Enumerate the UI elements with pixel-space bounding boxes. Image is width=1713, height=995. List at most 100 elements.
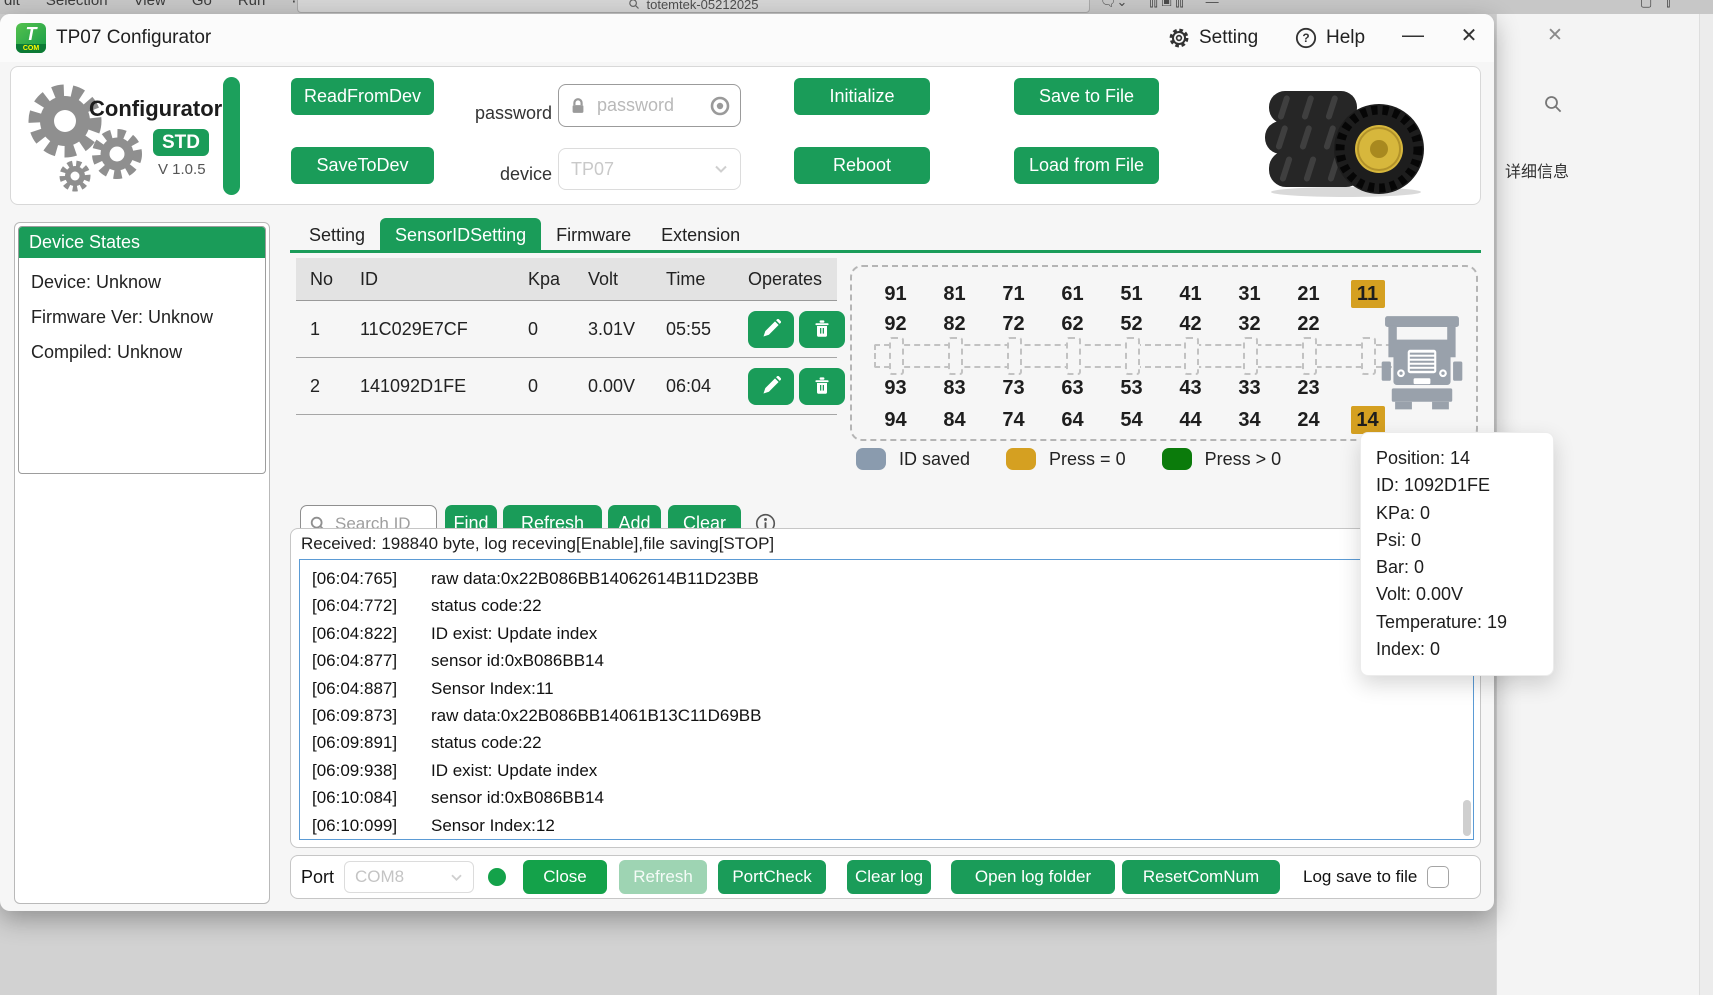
background-search-box: totemtek-05212025	[297, 0, 1090, 13]
clear-log-button[interactable]: Clear log	[847, 860, 931, 894]
port-value: COM8	[355, 867, 404, 887]
tab-extension[interactable]: Extension	[646, 218, 755, 252]
wheel-position-61[interactable]: 61	[1056, 280, 1090, 308]
initialize-button[interactable]: Initialize	[794, 78, 930, 115]
wheel-position-33[interactable]: 33	[1233, 374, 1267, 402]
wheel-position-54[interactable]: 54	[1115, 406, 1149, 434]
edit-sensor-button[interactable]	[748, 311, 794, 348]
wheel-position-53[interactable]: 53	[1115, 374, 1149, 402]
wheel-position-83[interactable]: 83	[938, 374, 972, 402]
pencil-icon	[761, 376, 781, 396]
device-state-item: Device: Unknow	[31, 272, 253, 293]
wheel-position-44[interactable]: 44	[1174, 406, 1208, 434]
show-password-icon[interactable]	[710, 96, 730, 116]
search-icon[interactable]	[1543, 94, 1563, 119]
sensor-table: NoIDKpaVoltTimeOperates 111C029E7CF03.01…	[296, 258, 837, 415]
port-check-button[interactable]: PortCheck	[718, 860, 826, 894]
wheel-position-93[interactable]: 93	[879, 374, 913, 402]
reset-com-num-button[interactable]: ResetComNum	[1122, 860, 1280, 894]
wheel-position-34[interactable]: 34	[1233, 406, 1267, 434]
delete-sensor-button[interactable]	[799, 311, 845, 348]
wheel-position-41[interactable]: 41	[1174, 280, 1208, 308]
wheel-position-82[interactable]: 82	[938, 310, 972, 338]
edit-sensor-button[interactable]	[748, 368, 794, 405]
wheel-position-42[interactable]: 42	[1174, 310, 1208, 338]
wheel-position-62[interactable]: 62	[1056, 310, 1090, 338]
log-time: [06:09:891]	[312, 729, 407, 756]
logo-badge: STD	[153, 129, 209, 156]
wheel-position-72[interactable]: 72	[997, 310, 1031, 338]
top-panel: Configurator STD V 1.0.5 ReadFromDev Sav…	[10, 66, 1481, 205]
wheel-position-51[interactable]: 51	[1115, 280, 1149, 308]
wheel-position-71[interactable]: 71	[997, 280, 1031, 308]
chevron-down-icon	[450, 873, 463, 882]
wheel-position-81[interactable]: 81	[938, 280, 972, 308]
wheel-position-21[interactable]: 21	[1292, 280, 1326, 308]
device-states-title: Device States	[19, 227, 265, 258]
wheel-position-94[interactable]: 94	[879, 406, 913, 434]
tab-bar: SettingSensorIDSettingFirmwareExtension	[294, 218, 755, 252]
load-from-file-button[interactable]: Load from File	[1014, 147, 1159, 184]
log-line: [06:09:891] status code:22	[312, 729, 1461, 756]
wheel-position-24[interactable]: 24	[1292, 406, 1326, 434]
wheel-position-22[interactable]: 22	[1292, 310, 1326, 338]
wheel-position-73[interactable]: 73	[997, 374, 1031, 402]
log-time: [06:04:877]	[312, 647, 407, 674]
password-input[interactable]	[595, 94, 702, 117]
right-panel-label[interactable]: 详细信息	[1505, 158, 1569, 182]
wheel-position-32[interactable]: 32	[1233, 310, 1267, 338]
wheel-position-23[interactable]: 23	[1292, 374, 1326, 402]
save-to-dev-button[interactable]: SaveToDev	[291, 147, 434, 184]
legend-label: ID saved	[899, 449, 970, 470]
device-state-item: Compiled: Unknow	[31, 342, 253, 363]
wheel-position-74[interactable]: 74	[997, 406, 1031, 434]
cell-volt: 0.00V	[588, 376, 666, 397]
scrollbar-thumb[interactable]	[1463, 800, 1471, 836]
scrollbar[interactable]	[1699, 0, 1713, 995]
logo-version: V 1.0.5	[158, 161, 206, 178]
tab-firmware[interactable]: Firmware	[541, 218, 646, 252]
password-field[interactable]	[558, 84, 741, 127]
wheel-position-84[interactable]: 84	[938, 406, 972, 434]
open-log-folder-button[interactable]: Open log folder	[951, 860, 1115, 894]
column-header: Time	[666, 269, 748, 290]
layout-icon: ▢	[1640, 0, 1652, 10]
log-line: [06:04:765]raw data:0x22B086BB14062614B1…	[312, 565, 1461, 592]
axle-connector	[1361, 337, 1376, 375]
search-icon	[628, 0, 640, 10]
device-select[interactable]: TP07	[558, 148, 741, 190]
save-to-file-button[interactable]: Save to File	[1014, 78, 1159, 115]
wheel-position-63[interactable]: 63	[1056, 374, 1090, 402]
tab-sensoridsetting[interactable]: SensorIDSetting	[380, 218, 541, 252]
wheel-position-43[interactable]: 43	[1174, 374, 1208, 402]
wheel-position-11[interactable]: 11	[1351, 280, 1385, 308]
column-header: No	[310, 269, 360, 290]
port-select[interactable]: COM8	[344, 861, 474, 893]
close-icon[interactable]: ✕	[1547, 24, 1563, 47]
close-port-button[interactable]: Close	[523, 860, 607, 894]
read-from-dev-button[interactable]: ReadFromDev	[291, 78, 434, 115]
wheel-position-92[interactable]: 92	[879, 310, 913, 338]
setting-menu[interactable]: Setting	[1168, 25, 1258, 51]
wheel-position-31[interactable]: 31	[1233, 280, 1267, 308]
wheel-position-52[interactable]: 52	[1115, 310, 1149, 338]
wheel-position-64[interactable]: 64	[1056, 406, 1090, 434]
help-menu[interactable]: ? Help	[1295, 25, 1365, 51]
log-output[interactable]: [06:04:765]raw data:0x22B086BB14062614B1…	[299, 559, 1474, 840]
log-line: [06:09:873]raw data:0x22B086BB14061B13C1…	[312, 702, 1461, 729]
log-time: [06:09:873]	[312, 702, 407, 729]
close-button[interactable]: ✕	[1452, 23, 1486, 48]
minimize-button[interactable]: —	[1396, 22, 1430, 48]
delete-sensor-button[interactable]	[799, 368, 845, 405]
log-text: sensor id:0xB086BB14	[431, 784, 604, 811]
reboot-button[interactable]: Reboot	[794, 147, 930, 184]
log-text: sensor id:0xB086BB14	[431, 647, 604, 674]
log-save-checkbox[interactable]	[1427, 866, 1449, 888]
tab-setting[interactable]: Setting	[294, 218, 380, 252]
wheel-position-91[interactable]: 91	[879, 280, 913, 308]
log-text: status code:22	[431, 592, 542, 619]
refresh-port-button[interactable]: Refresh	[619, 860, 707, 894]
axle-connector	[948, 337, 963, 375]
log-panel: Received: 198840 byte, log receving[Enab…	[290, 528, 1481, 848]
log-text: status code:22	[431, 729, 542, 756]
